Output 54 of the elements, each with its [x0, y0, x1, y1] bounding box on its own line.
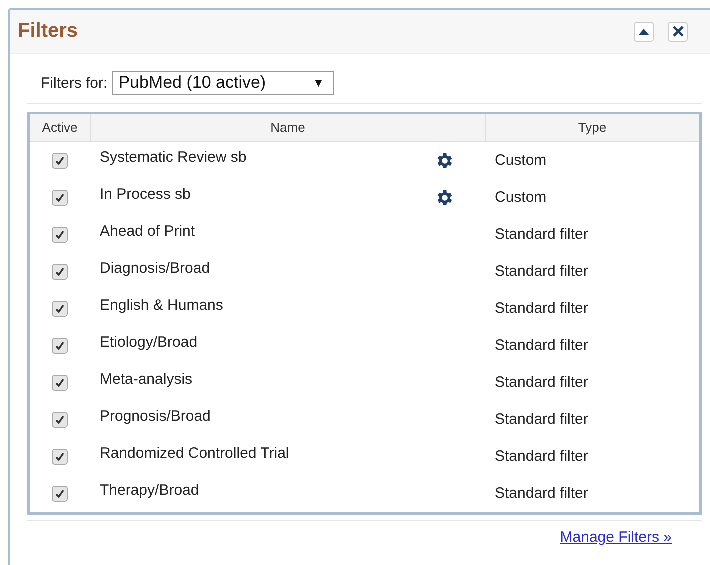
close-button[interactable] — [668, 22, 688, 42]
check-icon — [55, 192, 65, 202]
database-select[interactable]: PubMed (10 active) ▼ — [112, 71, 334, 95]
filter-name: Meta-analysis — [100, 371, 193, 388]
check-icon — [55, 156, 65, 166]
filter-type: Custom — [494, 189, 548, 206]
filter-name: Diagnosis/Broad — [100, 260, 210, 277]
filter-name: Ahead of Print — [100, 223, 196, 240]
column-header: Type — [485, 114, 699, 141]
check-icon — [55, 414, 65, 424]
check-icon — [55, 230, 65, 240]
manage-filters-link[interactable]: Manage Filters » — [560, 529, 672, 546]
check-icon — [55, 452, 65, 462]
check-icon — [55, 340, 65, 350]
select-label: Filters for: — [41, 74, 108, 92]
active-checkbox[interactable] — [52, 412, 68, 428]
check-icon — [55, 378, 65, 388]
check-icon — [55, 488, 65, 498]
filter-type: Standard filter — [494, 337, 590, 354]
check-icon — [55, 304, 65, 314]
active-checkbox[interactable] — [52, 486, 68, 502]
filter-type: Standard filter — [494, 485, 590, 502]
active-checkbox[interactable] — [52, 264, 68, 280]
filter-name: Systematic Review sb — [100, 149, 247, 166]
filter-type: Standard filter — [494, 300, 590, 317]
active-checkbox[interactable] — [52, 152, 68, 168]
filter-name: Prognosis/Broad — [100, 408, 211, 425]
active-checkbox[interactable] — [52, 448, 68, 464]
check-icon — [55, 266, 65, 276]
dropdown-arrow: ▼ — [312, 76, 325, 90]
column-header: Name — [90, 114, 485, 141]
active-checkbox[interactable] — [52, 374, 68, 390]
filter-type: Standard filter — [494, 411, 590, 428]
collapse-button[interactable] — [634, 22, 654, 42]
filter-type: Standard filter — [494, 263, 590, 280]
filter-type: Custom — [494, 152, 548, 169]
active-checkbox[interactable] — [52, 300, 68, 316]
filter-type: Standard filter — [494, 448, 590, 465]
filter-type: Standard filter — [494, 226, 590, 243]
filter-name: In Process sb — [100, 186, 191, 203]
column-header: Active — [41, 119, 79, 137]
filter-name: Randomized Controlled Trial — [100, 445, 290, 462]
close-icon — [672, 26, 684, 37]
filter-name: English & Humans — [100, 297, 224, 314]
filter-name: Therapy/Broad — [100, 482, 200, 499]
filter-type: Standard filter — [494, 374, 590, 391]
filter-name: Etiology/Broad — [100, 334, 198, 351]
active-checkbox[interactable] — [52, 338, 68, 354]
active-checkbox[interactable] — [52, 226, 68, 242]
up-triangle-icon — [639, 28, 649, 34]
gear-icon[interactable] — [435, 188, 455, 208]
panel-title: Filters — [18, 20, 80, 43]
gear-icon[interactable] — [435, 150, 455, 170]
active-checkbox[interactable] — [52, 190, 68, 206]
